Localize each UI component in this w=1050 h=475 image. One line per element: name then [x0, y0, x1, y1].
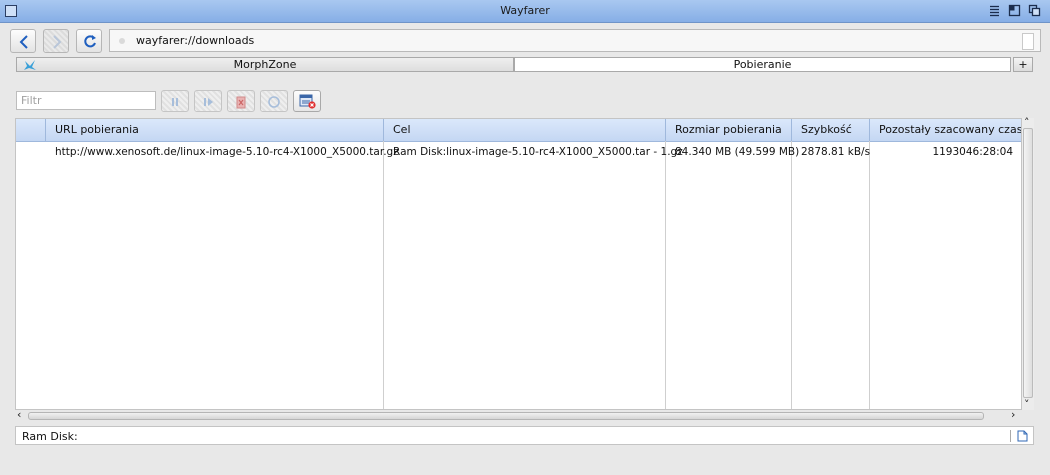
vertical-scrollbar[interactable]: ˄ ˅	[1022, 116, 1034, 411]
download-speed: 2878.81 kB/s	[801, 146, 871, 158]
horizontal-scrollbar[interactable]: ‹ ›	[15, 408, 1034, 422]
column-divider	[383, 141, 384, 409]
menu-icon[interactable]	[988, 4, 1001, 17]
scroll-left-icon[interactable]: ‹	[17, 408, 21, 421]
column-header-speed[interactable]: Szybkość	[792, 119, 870, 141]
delete-button[interactable]	[227, 90, 255, 112]
download-size: 84.340 MB (49.599 MB)	[675, 146, 800, 158]
window-title: Wayfarer	[500, 4, 550, 17]
tab-bar: MorphZone Pobieranie +	[16, 57, 1033, 73]
clear-list-button[interactable]	[293, 90, 321, 112]
refresh-icon	[268, 96, 280, 108]
url-bar[interactable]: wayfarer://downloads	[109, 29, 1041, 52]
column-divider	[869, 141, 870, 409]
column-divider	[665, 141, 666, 409]
tab-label: MorphZone	[233, 58, 297, 71]
tab-morphzone[interactable]: MorphZone	[16, 57, 514, 72]
download-target: Ram Disk:linux-image-5.10-rc4-X1000_X500…	[393, 146, 683, 158]
forward-button[interactable]	[43, 29, 69, 53]
iconify-icon[interactable]	[1008, 4, 1021, 17]
chevron-right-icon	[53, 35, 62, 49]
column-header-remaining[interactable]: Pozostały szacowany czas	[870, 119, 1021, 141]
reload-icon	[84, 35, 96, 48]
document-icon[interactable]	[1017, 430, 1028, 445]
title-bar: Wayfarer	[0, 0, 1050, 23]
column-header-url[interactable]: URL pobierania	[46, 119, 384, 141]
download-url: http://www.xenosoft.de/linux-image-5.10-…	[55, 146, 399, 158]
navigation-bar: wayfarer://downloads	[0, 23, 1050, 57]
chevron-left-icon	[19, 35, 28, 49]
site-icon	[119, 38, 125, 44]
bookmark-icon[interactable]	[1022, 33, 1034, 50]
status-path: Ram Disk:	[22, 430, 78, 443]
resume-button[interactable]	[194, 90, 222, 112]
back-button[interactable]	[10, 29, 36, 53]
column-header-status[interactable]	[16, 119, 46, 141]
column-header-size[interactable]: Rozmiar pobierania	[666, 119, 792, 141]
downloads-page: Filtr URL pobierania Cel Rozmiar pobiera…	[0, 73, 1050, 475]
downloads-table: URL pobierania Cel Rozmiar pobierania Sz…	[15, 118, 1022, 410]
depth-icon[interactable]	[1028, 4, 1041, 17]
tab-label: Pobieranie	[733, 58, 792, 71]
status-bar: Ram Disk:	[15, 426, 1034, 445]
play-icon	[204, 98, 213, 106]
new-tab-button[interactable]: +	[1013, 57, 1033, 72]
column-divider	[791, 141, 792, 409]
status-divider	[1010, 430, 1011, 442]
download-remaining: 1193046:28:04	[932, 146, 1013, 158]
delete-icon	[236, 96, 246, 109]
retry-button[interactable]	[260, 90, 288, 112]
table-header: URL pobierania Cel Rozmiar pobierania Sz…	[16, 119, 1021, 142]
clear-list-icon	[299, 94, 316, 109]
scroll-right-icon[interactable]: ›	[1011, 408, 1015, 421]
browser-window: Wayfarer wayfarer://downloads MorphZone …	[0, 0, 1050, 475]
url-text[interactable]: wayfarer://downloads	[136, 34, 254, 47]
vertical-scroll-thumb[interactable]	[1023, 128, 1033, 398]
filter-input[interactable]: Filtr	[16, 91, 156, 110]
reload-button[interactable]	[76, 29, 102, 53]
butterfly-icon	[23, 59, 37, 74]
column-header-target[interactable]: Cel	[384, 119, 666, 141]
pause-button[interactable]	[161, 90, 189, 112]
pause-icon	[172, 98, 178, 106]
tab-pobieranie[interactable]: Pobieranie	[514, 57, 1011, 72]
horizontal-scroll-thumb[interactable]	[28, 412, 984, 420]
